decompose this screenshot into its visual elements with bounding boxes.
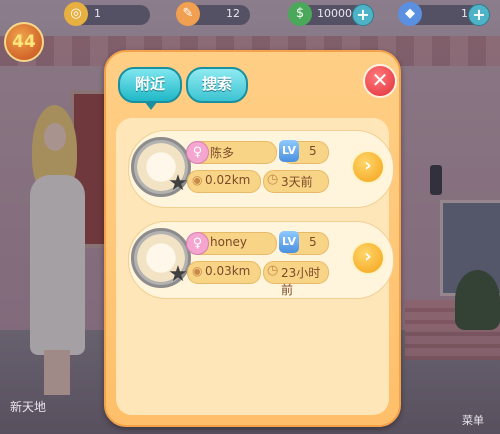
clock-icon: ◷ <box>267 172 279 187</box>
top-status-bar: ◎ 1 ✎ 12 $ 10000 + ◆ 1 + <box>0 0 500 32</box>
player-level-badge[interactable]: 44 <box>4 22 44 62</box>
diamond-value: 1 <box>461 7 468 20</box>
view-player-button[interactable]: › <box>351 150 385 184</box>
location-pin-icon: ◉ <box>192 173 203 187</box>
view-player-button[interactable]: › <box>351 241 385 275</box>
player-distance-pill: ◉ 0.03km <box>187 261 261 284</box>
cash-icon: $ <box>288 2 312 26</box>
add-diamond-button[interactable]: + <box>468 4 490 26</box>
close-dialog-button[interactable]: ✕ <box>363 64 397 98</box>
cash-value: 10000 <box>317 7 352 20</box>
player-last-seen-pill: ◷ 3天前 <box>263 170 329 193</box>
player-avatar[interactable]: ★ <box>131 228 191 288</box>
player-last-seen: 3天前 <box>281 175 313 189</box>
tab-nearby[interactable]: 附近 <box>118 67 182 110</box>
player-name-pill: ♀ honey <box>186 232 277 255</box>
tab-search[interactable]: 搜索 <box>186 67 248 103</box>
clock-icon: ◷ <box>267 263 279 278</box>
diamond-counter: ◆ 1 + <box>398 2 490 26</box>
cash-counter: $ 10000 + <box>288 2 374 26</box>
player-level-pill: LV 5 <box>279 140 329 164</box>
player-level-pill: LV 5 <box>279 231 329 255</box>
diamond-icon: ◆ <box>398 2 422 26</box>
player-card: ★ ♀ honey LV 5 ◉ 0.03km ◷ 23小时前 › <box>128 221 394 299</box>
player-distance-pill: ◉ 0.02km <box>187 170 261 193</box>
nearby-players-dialog: 附近 搜索 ✕ ★ ♀ 陈多 LV 5 ◉ 0.02km ◷ 3天前 › ★ ♀ <box>104 50 401 427</box>
player-level: 5 <box>309 144 317 158</box>
female-icon: ♀ <box>186 232 209 255</box>
player-distance: 0.02km <box>205 173 251 187</box>
add-cash-button[interactable]: + <box>352 4 374 26</box>
player-name: honey <box>210 235 248 249</box>
player-distance: 0.03km <box>205 264 251 278</box>
hairbrush-value: 12 <box>226 7 240 20</box>
player-card: ★ ♀ 陈多 LV 5 ◉ 0.02km ◷ 3天前 › <box>128 130 394 208</box>
player-last-seen-pill: ◷ 23小时前 <box>263 261 329 297</box>
player-name: 陈多 <box>210 146 235 160</box>
player-avatar[interactable]: ★ <box>131 137 191 197</box>
location-pin-icon: ◉ <box>192 264 203 278</box>
coin-value: 1 <box>94 7 101 20</box>
hairbrush-icon: ✎ <box>176 2 200 26</box>
area-label[interactable]: 新天地 <box>10 398 46 415</box>
hairbrush-counter: ✎ 12 <box>176 2 250 26</box>
player-name-pill: ♀ 陈多 <box>186 141 277 164</box>
coin-icon: ◎ <box>64 2 88 26</box>
level-icon: LV <box>279 231 299 253</box>
level-icon: LV <box>279 140 299 162</box>
coin-counter: ◎ 1 <box>64 2 150 26</box>
player-last-seen: 23小时前 <box>281 266 321 297</box>
menu-label[interactable]: 菜单 <box>462 412 484 428</box>
player-level: 5 <box>309 235 317 249</box>
female-icon: ♀ <box>186 141 209 164</box>
